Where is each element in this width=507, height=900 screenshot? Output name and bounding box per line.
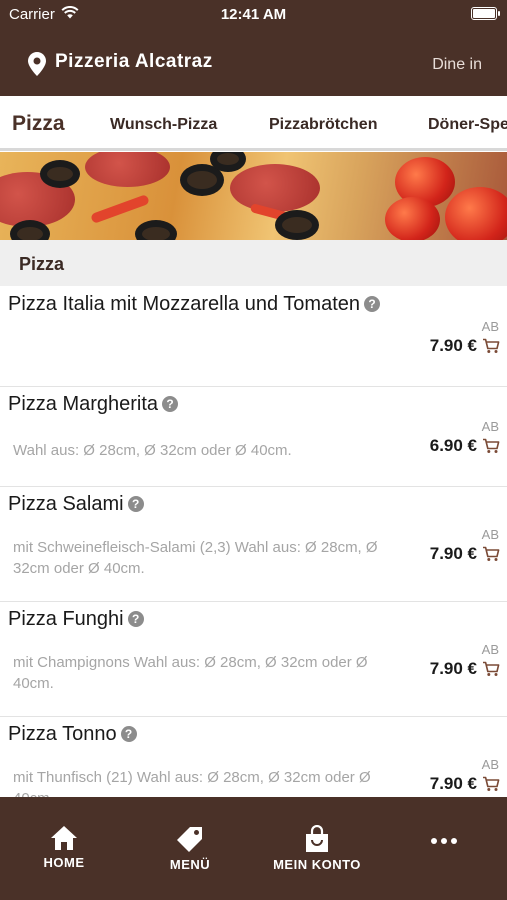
info-icon[interactable]: ? (127, 496, 144, 512)
price-prefix: AB (481, 757, 499, 772)
cart-icon[interactable] (482, 338, 500, 354)
menu-item[interactable]: Pizza Margherita? Wahl aus: Ø 28cm, Ø 32… (0, 387, 507, 487)
nav-more[interactable] (426, 837, 462, 849)
item-description: mit Champignons Wahl aus: Ø 28cm, Ø 32cm… (13, 654, 368, 692)
cart-icon[interactable] (482, 661, 500, 677)
status-bar: Carrier 12:41 AM (0, 0, 507, 30)
app-header: Pizzeria Alcatraz Dine in (0, 30, 507, 96)
item-name: Pizza Italia mit Mozzarella und Tomaten? (8, 293, 381, 316)
more-dots-icon (431, 838, 457, 844)
section-header: Pizza (0, 240, 507, 286)
info-icon[interactable]: ? (162, 396, 179, 412)
nav-home-label: HOME (43, 855, 85, 870)
item-price: 7.90 € (429, 336, 477, 355)
menu-item-list: Pizza Italia mit Mozzarella und Tomaten?… (0, 287, 507, 797)
info-icon[interactable]: ? (127, 611, 144, 627)
shopping-bag-icon (306, 825, 328, 852)
tab-pizzabroetchen[interactable]: Pizzabrötchen (269, 116, 377, 134)
home-icon (51, 826, 77, 850)
item-name: Pizza Tonno? (8, 723, 137, 746)
nav-account-label: MEIN KONTO (273, 857, 361, 872)
section-title: Pizza (19, 254, 65, 274)
battery-icon (471, 7, 500, 20)
item-description: mit Thunfisch (21) Wahl aus: Ø 28cm, Ø 3… (13, 769, 371, 797)
item-name: Pizza Margherita? (8, 393, 179, 416)
tab-doener-speisen[interactable]: Döner-Spe (428, 116, 507, 134)
item-price: 6.90 € (429, 436, 477, 455)
cart-icon[interactable] (482, 546, 500, 562)
info-icon[interactable]: ? (120, 726, 137, 742)
nav-menu-label: MENÜ (169, 857, 211, 872)
tab-wunsch-pizza[interactable]: Wunsch-Pizza (110, 116, 217, 134)
item-price: 7.90 € (429, 774, 477, 793)
price-prefix: AB (481, 642, 499, 657)
bottom-navigation: HOME MENÜ MEIN KONTO (0, 797, 507, 900)
item-description: Wahl aus: Ø 28cm, Ø 32cm oder Ø 40cm. (13, 442, 292, 459)
location-pin-icon (28, 52, 46, 76)
restaurant-name[interactable]: Pizzeria Alcatraz (55, 51, 213, 73)
item-name: Pizza Funghi? (8, 608, 144, 631)
category-tabs: Pizza Wunsch-Pizza Pizzabrötchen Döner-S… (0, 96, 507, 151)
cart-icon[interactable] (482, 438, 500, 454)
clock: 12:41 AM (220, 6, 287, 23)
menu-item[interactable]: Pizza Salami? mit Schweinefleisch-Salami… (0, 487, 507, 602)
nav-account[interactable]: MEIN KONTO (268, 825, 366, 872)
category-banner-image (0, 152, 507, 240)
nav-menu[interactable]: MENÜ (160, 825, 220, 872)
price-prefix: AB (481, 527, 499, 542)
item-price: 7.90 € (429, 659, 477, 678)
tag-icon (177, 827, 202, 852)
info-icon[interactable]: ? (364, 296, 381, 312)
price-prefix: AB (481, 419, 499, 434)
nav-home[interactable]: HOME (38, 825, 90, 870)
order-mode-button[interactable]: Dine in (432, 56, 482, 74)
item-price: 7.90 € (429, 544, 477, 563)
item-description: mit Schweinefleisch-Salami (2,3) Wahl au… (13, 539, 378, 577)
item-name: Pizza Salami? (8, 493, 144, 516)
cart-icon[interactable] (482, 776, 500, 792)
menu-item[interactable]: Pizza Funghi? mit Champignons Wahl aus: … (0, 602, 507, 717)
menu-item[interactable]: Pizza Italia mit Mozzarella und Tomaten?… (0, 287, 507, 387)
tab-pizza[interactable]: Pizza (12, 112, 65, 136)
price-prefix: AB (481, 319, 499, 334)
menu-item[interactable]: Pizza Tonno? mit Thunfisch (21) Wahl aus… (0, 717, 507, 797)
